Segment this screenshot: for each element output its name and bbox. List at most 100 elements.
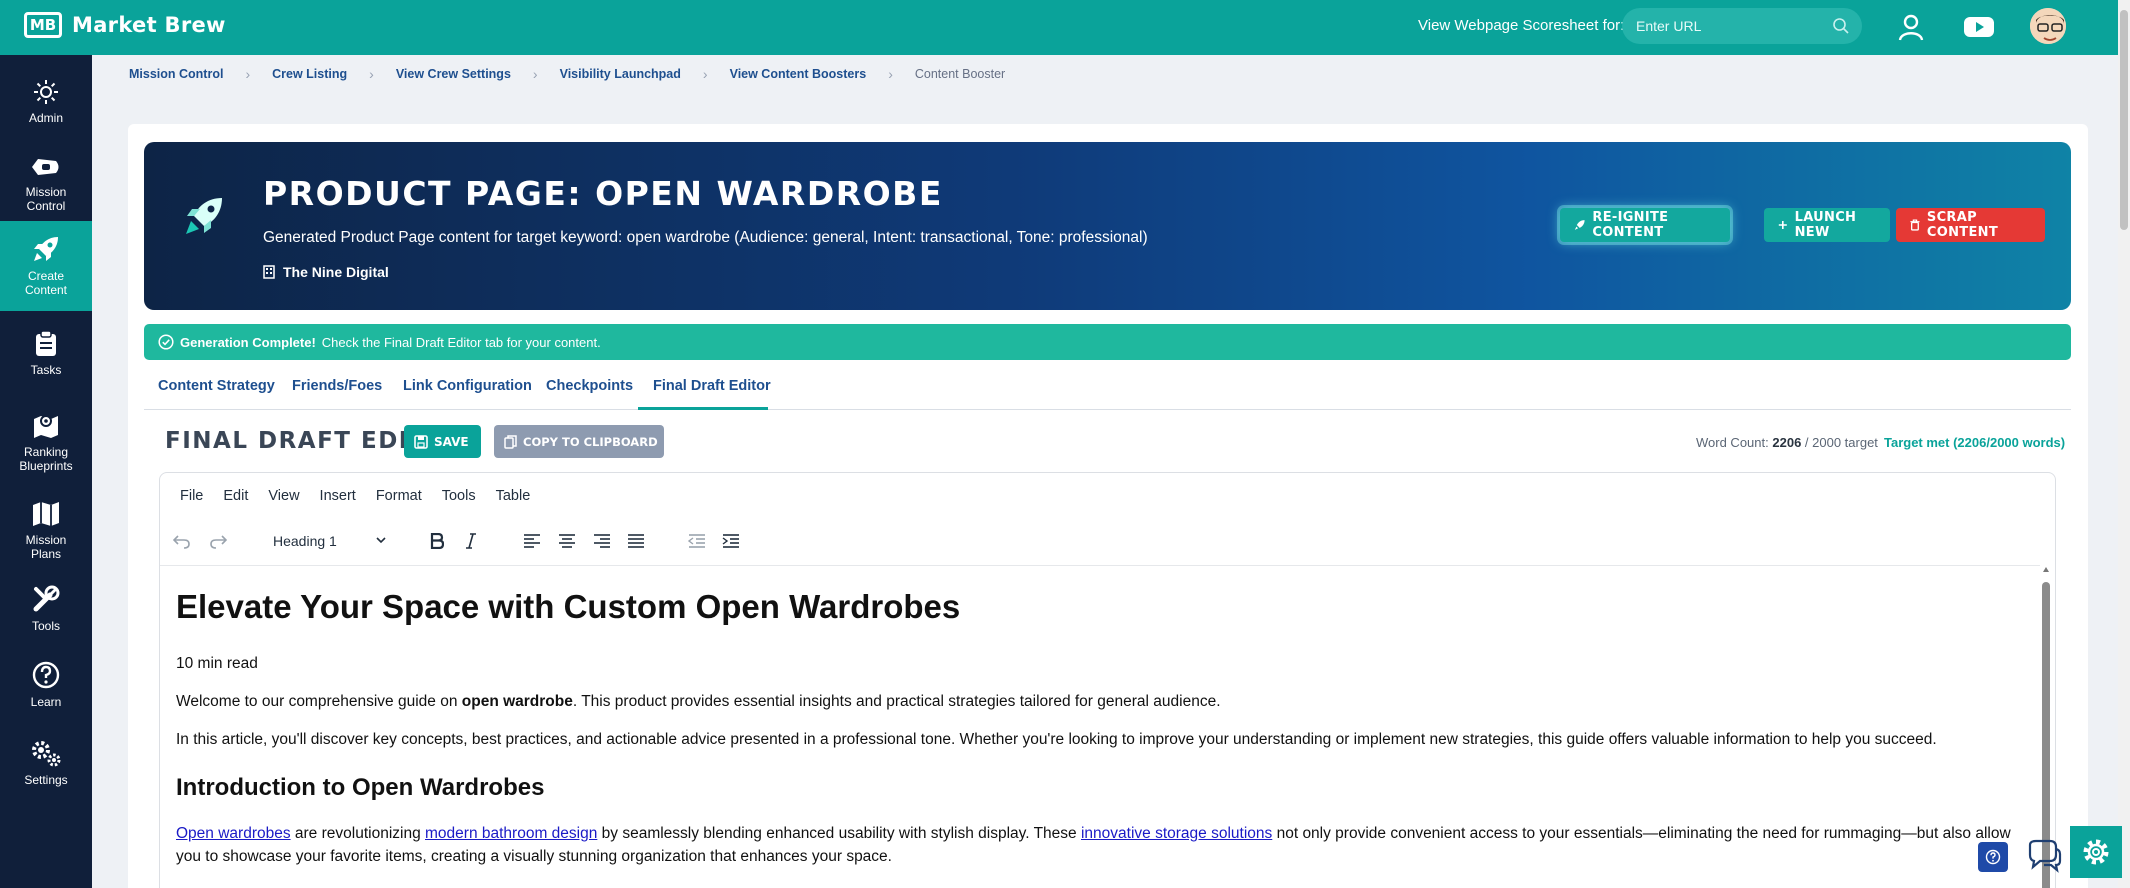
menu-table[interactable]: Table [496,488,531,504]
brand-logo[interactable]: MB Market Brew [24,12,226,38]
tab-content-strategy[interactable]: Content Strategy [158,378,275,394]
content-heading-1: Elevate Your Space with Custom Open Ward… [176,588,961,625]
url-search-input[interactable]: Enter URL [1622,8,1862,44]
word-count-label: Word Count: [1696,435,1769,450]
page-subtitle: Generated Product Page content for targe… [263,229,1148,246]
tab-checkpoints[interactable]: Checkpoints [546,378,633,394]
check-circle-icon [158,334,174,350]
sidebar-item-create-content[interactable]: Create Content [0,221,92,311]
paragraph-text: by seamlessly blending enhanced usabilit… [597,825,1081,842]
tab-link-configuration[interactable]: Link Configuration [403,378,532,394]
breadcrumb-mission-control[interactable]: Mission Control [129,67,223,81]
search-icon[interactable] [1832,17,1850,38]
sidebar-item-admin[interactable]: Admin [0,67,92,139]
chat-icon[interactable] [2024,836,2064,876]
word-count-value: 2206 [1772,435,1802,450]
copy-to-clipboard-button[interactable]: Copy to Clipboard [494,425,664,458]
breadcrumb-crew-listing[interactable]: Crew Listing [272,67,347,81]
sidebar-item-label: Learn [30,695,62,709]
plus-icon [1778,220,1787,230]
tab-final-draft-editor[interactable]: Final Draft Editor [653,378,771,394]
rocket-icon [34,237,58,261]
menu-file[interactable]: File [180,488,203,504]
sidebar-item-tools[interactable]: Tools [0,571,92,643]
breadcrumb-current: Content Booster [914,67,1006,81]
read-time: 10 min read [176,655,258,672]
menu-tools[interactable]: Tools [442,488,476,504]
link-open-wardrobes[interactable]: Open wardrobes [176,825,291,842]
chevron-right-icon: › [369,66,374,82]
paragraph-text: . This product provides essential insigh… [572,693,1221,710]
hero-banner: Product Page: Open Wardrobe Generated Pr… [144,142,2071,310]
alert-text: Check the Final Draft Editor tab for you… [321,334,601,350]
sidebar-item-label: Tools [31,619,60,633]
word-count-target: / 2000 target [1804,435,1878,450]
youtube-icon[interactable] [1960,9,1998,45]
help-button[interactable] [1978,842,2008,872]
undo-icon[interactable] [168,527,196,555]
launch-new-button[interactable]: Launch New [1764,208,1890,242]
save-icon [414,434,428,449]
align-justify-icon[interactable] [622,527,650,555]
user-icon[interactable] [1892,9,1930,45]
scrap-label: Scrap Content [1926,210,1998,240]
block-format-value: Heading 1 [273,533,337,549]
content-paragraph-1: Welcome to our comprehensive guide on op… [176,690,2016,713]
scroll-up-icon[interactable] [2042,566,2050,574]
rocket-icon [1574,220,1585,230]
menu-insert[interactable]: Insert [320,488,356,504]
sidebar-item-label: Admin [28,111,63,125]
alert-strong: Generation Complete! [180,334,316,350]
rocket-icon [182,194,226,243]
reignite-content-button[interactable]: Re-Ignite Content [1560,208,1730,242]
editor-content[interactable]: Elevate Your Space with Custom Open Ward… [160,565,2040,888]
page-title: Product Page: Open Wardrobe [263,174,943,213]
url-placeholder: Enter URL [1636,18,1702,34]
menu-format[interactable]: Format [376,488,422,504]
align-right-icon[interactable] [588,527,616,555]
italic-icon[interactable] [457,527,485,555]
outdent-icon[interactable] [683,527,711,555]
bold-icon[interactable] [423,527,451,555]
link-innovative-storage-solutions[interactable]: innovative storage solutions [1081,825,1272,842]
breadcrumb-view-crew-settings[interactable]: View Crew Settings [396,67,511,81]
avatar[interactable] [2028,6,2068,46]
settings-fab[interactable] [2070,826,2122,878]
organization-label: The Nine Digital [283,264,389,280]
scoresheet-label: View Webpage Scoresheet for: [1418,17,1625,34]
block-format-select[interactable]: Heading 1 [265,525,395,557]
indent-icon[interactable] [717,527,745,555]
sidebar-item-mission-control[interactable]: Mission Control [0,141,92,229]
generation-complete-alert: Generation Complete! Check the Final Dra… [144,324,2071,360]
chevron-right-icon: › [888,66,893,82]
align-center-icon[interactable] [553,527,581,555]
reignite-label: Re-Ignite Content [1592,210,1669,240]
page-scrollbar[interactable] [2118,0,2130,888]
launch-label: Launch New [1794,210,1857,240]
editor-toolbar: Heading 1 [160,521,2055,561]
align-left-icon[interactable] [518,527,546,555]
sidebar-item-mission-plans[interactable]: Mission Plans [0,487,92,575]
sidebar-item-settings[interactable]: Settings [0,727,92,799]
menu-view[interactable]: View [268,488,299,504]
menu-edit[interactable]: Edit [223,488,248,504]
link-modern-bathroom-design[interactable]: modern bathroom design [425,825,597,842]
rich-text-editor: File Edit View Insert Format Tools Table… [159,472,2056,888]
breadcrumb-visibility-launchpad[interactable]: Visibility Launchpad [560,67,681,81]
sidebar-item-label: Tasks [30,363,62,377]
breadcrumb-view-content-boosters[interactable]: View Content Boosters [730,67,867,81]
scrap-content-button[interactable]: Scrap Content [1896,208,2045,242]
tab-friends-foes[interactable]: Friends/Foes [292,378,382,394]
sidebar-item-ranking-blueprints[interactable]: Ranking Blueprints [0,397,92,485]
sun-icon [34,80,58,104]
sidebar-item-tasks[interactable]: Tasks [0,319,92,391]
sidebar-item-label: Settings [24,773,68,787]
page-scroll-thumb[interactable] [2120,10,2128,230]
brand-name: Market Brew [72,13,226,37]
building-icon [263,265,275,279]
question-icon [1985,849,2001,865]
redo-icon[interactable] [204,527,232,555]
save-button[interactable]: Save [404,425,481,458]
sidebar-item-learn[interactable]: Learn [0,649,92,721]
paragraph-text: Welcome to our comprehensive guide on [176,693,462,710]
